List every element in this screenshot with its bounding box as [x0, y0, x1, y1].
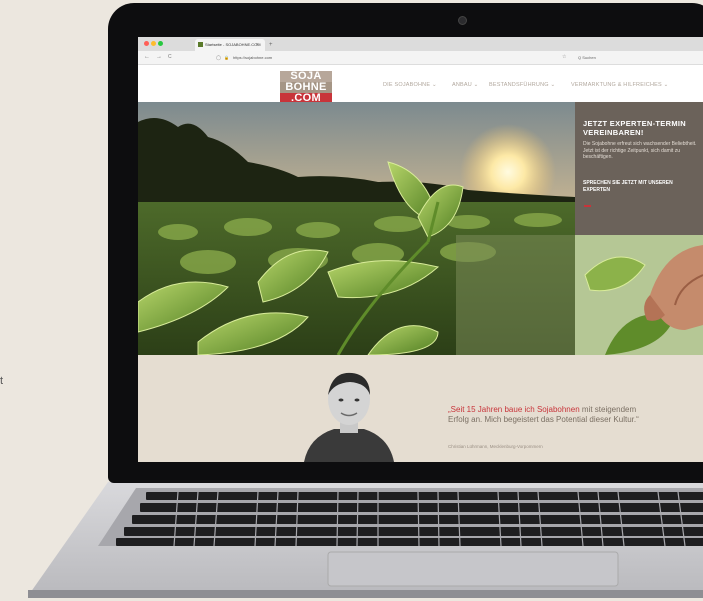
- maximize-window-icon[interactable]: [158, 41, 163, 46]
- browser-search-field[interactable]: Q Suchen: [578, 52, 596, 63]
- browser-url-bar: [138, 51, 703, 65]
- new-tab-icon[interactable]: +: [269, 39, 273, 51]
- browser-tab[interactable]: Startseite - SOJABOHNE.COM: [195, 39, 265, 51]
- site-favicon-icon: [198, 42, 203, 47]
- trackpad: [327, 551, 619, 587]
- hero-soybean-field-image: [138, 102, 575, 355]
- nav-item-sojabohne[interactable]: DIE SOJABOHNE ⌄: [383, 82, 437, 88]
- cta-text: Die Sojabohne erfreut sich wachsender Be…: [583, 141, 697, 160]
- cta-link[interactable]: SPRECHEN SIE JETZT MIT UNSEREN EXPERTEN: [583, 180, 698, 193]
- quote-text: „Seit 15 Jahren baue ich Sojabohnen mit …: [448, 405, 648, 424]
- quote-highlight: „Seit 15 Jahren baue ich Sojabohnen: [448, 405, 580, 414]
- quote-author: Christian Lührmann, Mecklenburg-Vorpomme…: [448, 444, 543, 449]
- nav-item-vermarktung[interactable]: VERMARKTUNG & HILFREICHES ⌄: [571, 82, 668, 88]
- laptop-screen: Startseite - SOJABOHNE.COM × + ← → C ◯ 🔒…: [138, 37, 703, 462]
- close-window-icon[interactable]: [144, 41, 149, 46]
- partial-side-text: t: [0, 375, 4, 387]
- tab-close-icon[interactable]: ×: [256, 39, 259, 51]
- minimize-window-icon[interactable]: [151, 41, 156, 46]
- bookmark-star-icon[interactable]: ☆: [562, 52, 566, 63]
- cta-heading: JETZT EXPERTEN-TERMIN VEREINBAREN!: [583, 119, 686, 137]
- site-logo[interactable]: SOJA BOHNE .COM: [280, 71, 332, 104]
- webcam-icon: [458, 16, 467, 25]
- laptop-base: [28, 482, 703, 598]
- nav-item-anbau[interactable]: ANBAU ⌄: [452, 82, 479, 88]
- reload-icon[interactable]: C: [168, 52, 172, 63]
- cta-divider: [584, 205, 591, 207]
- forward-icon[interactable]: →: [156, 52, 162, 63]
- lock-icon: 🔒: [224, 55, 229, 60]
- shield-icon[interactable]: ◯: [216, 52, 221, 63]
- back-icon[interactable]: ←: [144, 52, 150, 63]
- url-field[interactable]: https://sojabohne.com: [233, 52, 272, 63]
- hand-soy-leaf-image: [575, 235, 703, 355]
- farmer-portrait-image: [304, 372, 394, 462]
- nav-item-bestandsfuehrung[interactable]: BESTANDSFÜHRUNG ⌄: [489, 82, 555, 88]
